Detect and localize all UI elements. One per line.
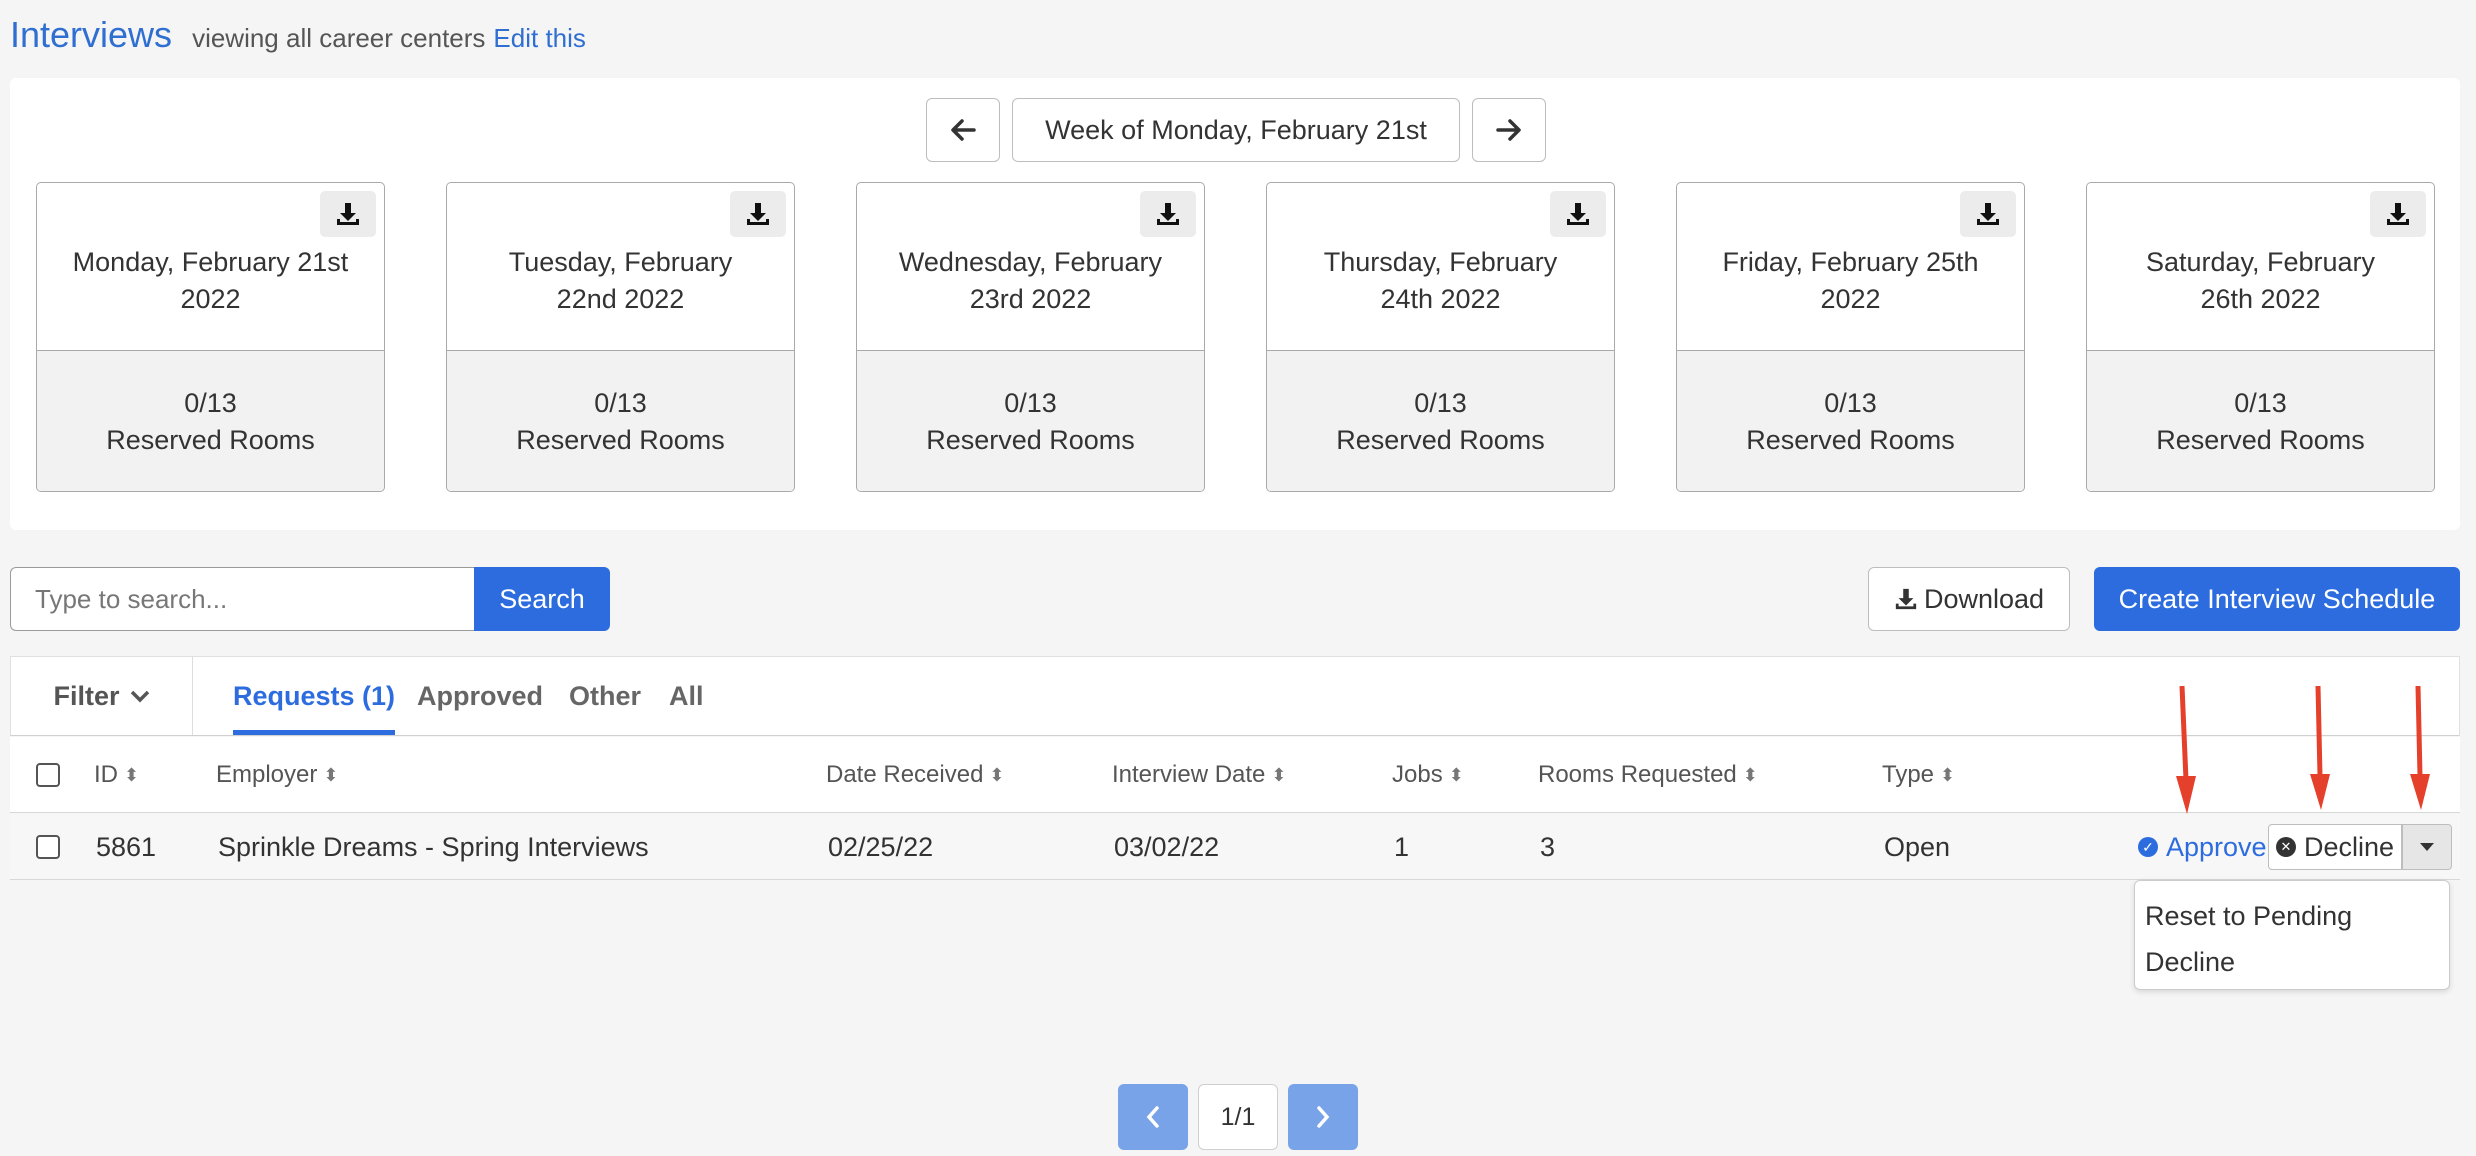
next-page-button[interactable] — [1288, 1084, 1358, 1150]
chevron-left-icon — [1146, 1106, 1159, 1128]
prev-page-button[interactable] — [1118, 1084, 1188, 1150]
pagination: 1/1 — [1118, 1084, 1358, 1150]
chevron-right-icon — [1317, 1106, 1330, 1128]
annotation-arrow — [2176, 685, 2196, 814]
annotation-arrow — [2310, 685, 2330, 810]
page-indicator: 1/1 — [1198, 1084, 1278, 1150]
annotation-arrows — [2176, 685, 2430, 814]
annotation-arrow — [2410, 685, 2430, 810]
